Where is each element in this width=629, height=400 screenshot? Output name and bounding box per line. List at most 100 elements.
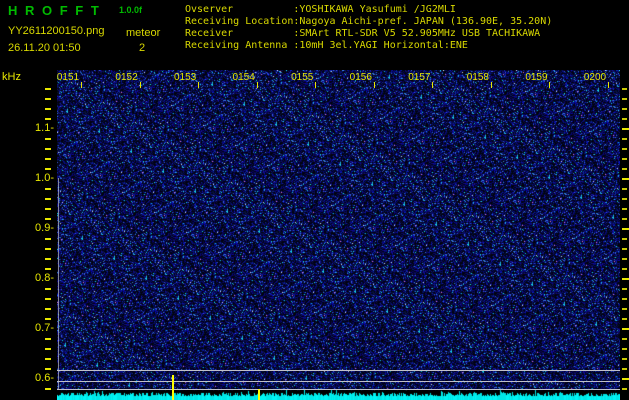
frequency-right-tick	[622, 388, 627, 390]
frequency-minor-tick	[45, 258, 51, 260]
frequency-right-tick	[622, 198, 627, 200]
frequency-right-tick	[622, 258, 627, 260]
station-info-label: Ovserver	[185, 4, 234, 15]
frequency-minor-tick	[45, 318, 51, 320]
time-label: 0158	[466, 72, 489, 83]
meteor-event-marker	[172, 375, 174, 400]
time-label: 0156	[349, 72, 372, 83]
station-info-row: Receiving Location:Nagoya Aichi-pref. JA…	[185, 16, 552, 28]
time-label: 0157	[408, 72, 431, 83]
frequency-right-tick	[622, 288, 627, 290]
frequency-right-tick	[622, 138, 627, 140]
frequency-axis-unit: kHz	[2, 71, 21, 83]
app-title: H R O F F T	[8, 3, 101, 18]
frequency-minor-tick	[45, 188, 51, 190]
frequency-label: 1.1-	[35, 122, 54, 134]
frequency-right-tick	[622, 278, 629, 280]
frequency-label: 0.7-	[35, 322, 54, 334]
frequency-minor-tick	[45, 368, 51, 370]
frequency-right-tick	[622, 118, 627, 120]
station-info: Ovserver:YOSHIKAWA Yasufumi /JG2MLI Recei…	[185, 4, 552, 52]
time-tick	[139, 82, 141, 88]
frequency-right-tick	[622, 108, 627, 110]
frequency-right-tick	[622, 358, 627, 360]
time-tick	[607, 82, 609, 88]
frequency-minor-tick	[45, 338, 51, 340]
time-label: 0155	[291, 72, 314, 83]
frequency-label: 0.8-	[35, 272, 54, 284]
meteor-event-marker	[258, 389, 260, 400]
time-tick	[198, 82, 200, 88]
frequency-label: 1.0-	[35, 172, 54, 184]
frequency-right-tick	[622, 378, 629, 380]
observation-datetime: 26.11.20 01:50	[8, 42, 81, 54]
frequency-right-tick	[622, 268, 627, 270]
station-info-value: :10mH 3el.YAGI Horizontal:ENE	[293, 40, 468, 51]
frequency-right-tick	[622, 338, 627, 340]
frequency-right-tick	[622, 368, 627, 370]
station-info-label: Receiving Antenna	[185, 40, 288, 51]
frequency-minor-tick	[45, 138, 51, 140]
app-version: 1.0.0f	[119, 5, 143, 15]
frequency-right-tick	[622, 238, 627, 240]
frequency-minor-tick	[45, 148, 51, 150]
station-info-row: Receiving Antenna :10mH 3el.YAGI Horizont…	[185, 40, 552, 52]
frequency-right-tick	[622, 178, 629, 180]
frequency-minor-tick	[45, 118, 51, 120]
frequency-label: 0.9-	[35, 222, 54, 234]
meteor-count: 2	[139, 42, 146, 54]
detection-band-line	[57, 381, 620, 382]
spectrogram-canvas	[57, 70, 620, 400]
frequency-minor-tick	[45, 308, 51, 310]
time-label: 0200	[583, 72, 607, 83]
time-tick	[373, 82, 375, 88]
hrofft-window: H R O F F T 1.0.0f YY2611200150.png mete…	[0, 0, 629, 400]
frequency-right-tick	[622, 208, 627, 210]
frequency-minor-tick	[45, 168, 51, 170]
frequency-right-tick	[622, 148, 627, 150]
frequency-right-tick	[622, 168, 627, 170]
time-label: 0159	[525, 72, 548, 83]
station-info-value: :YOSHIKAWA Yasufumi /JG2MLI	[293, 4, 456, 15]
time-tick	[490, 82, 492, 88]
detection-band-line	[57, 389, 620, 390]
frequency-minor-tick	[45, 98, 51, 100]
time-tick	[256, 82, 258, 88]
station-info-row: Receiver:SMArt RTL-SDR V5 52.905MHz USB …	[185, 28, 552, 40]
frequency-minor-tick	[45, 218, 51, 220]
frequency-minor-tick	[45, 88, 51, 90]
frequency-right-tick	[622, 128, 629, 130]
frequency-minor-tick	[45, 208, 51, 210]
frequency-right-tick	[622, 348, 627, 350]
time-label: 0153	[173, 72, 197, 83]
frequency-minor-tick	[45, 268, 51, 270]
output-filename: YY2611200150.png	[8, 25, 105, 37]
time-tick	[549, 82, 551, 88]
frequency-right-tick	[622, 218, 627, 220]
station-info-row: Ovserver :YOSHIKAWA Yasufumi /JG2MLI	[185, 4, 552, 16]
frequency-right-tick	[622, 318, 627, 320]
frequency-right-tick	[622, 98, 627, 100]
frequency-right-tick	[622, 308, 627, 310]
frequency-right-tick	[622, 188, 627, 190]
detection-band-line	[57, 370, 620, 371]
mode-label: meteor	[126, 27, 161, 39]
frequency-label: 0.6-	[35, 372, 54, 384]
station-info-label: Receiver	[185, 28, 234, 39]
frequency-minor-tick	[45, 388, 51, 390]
time-label: 0152	[115, 72, 138, 83]
frequency-minor-tick	[45, 358, 51, 360]
frequency-minor-tick	[45, 298, 51, 300]
frequency-minor-tick	[45, 108, 51, 110]
time-tick	[81, 82, 82, 88]
frequency-right-tick	[622, 248, 627, 250]
frequency-right-tick	[622, 298, 627, 300]
frequency-minor-tick	[45, 198, 51, 200]
plot-left-edge-line	[58, 178, 59, 390]
time-tick	[315, 82, 317, 88]
time-label: 0151	[56, 72, 80, 83]
frequency-minor-tick	[45, 348, 51, 350]
frequency-right-tick	[622, 88, 627, 90]
frequency-minor-tick	[45, 248, 51, 250]
station-info-value: :Nagoya Aichi-pref. JAPAN (136.90E, 35.2…	[293, 16, 553, 27]
